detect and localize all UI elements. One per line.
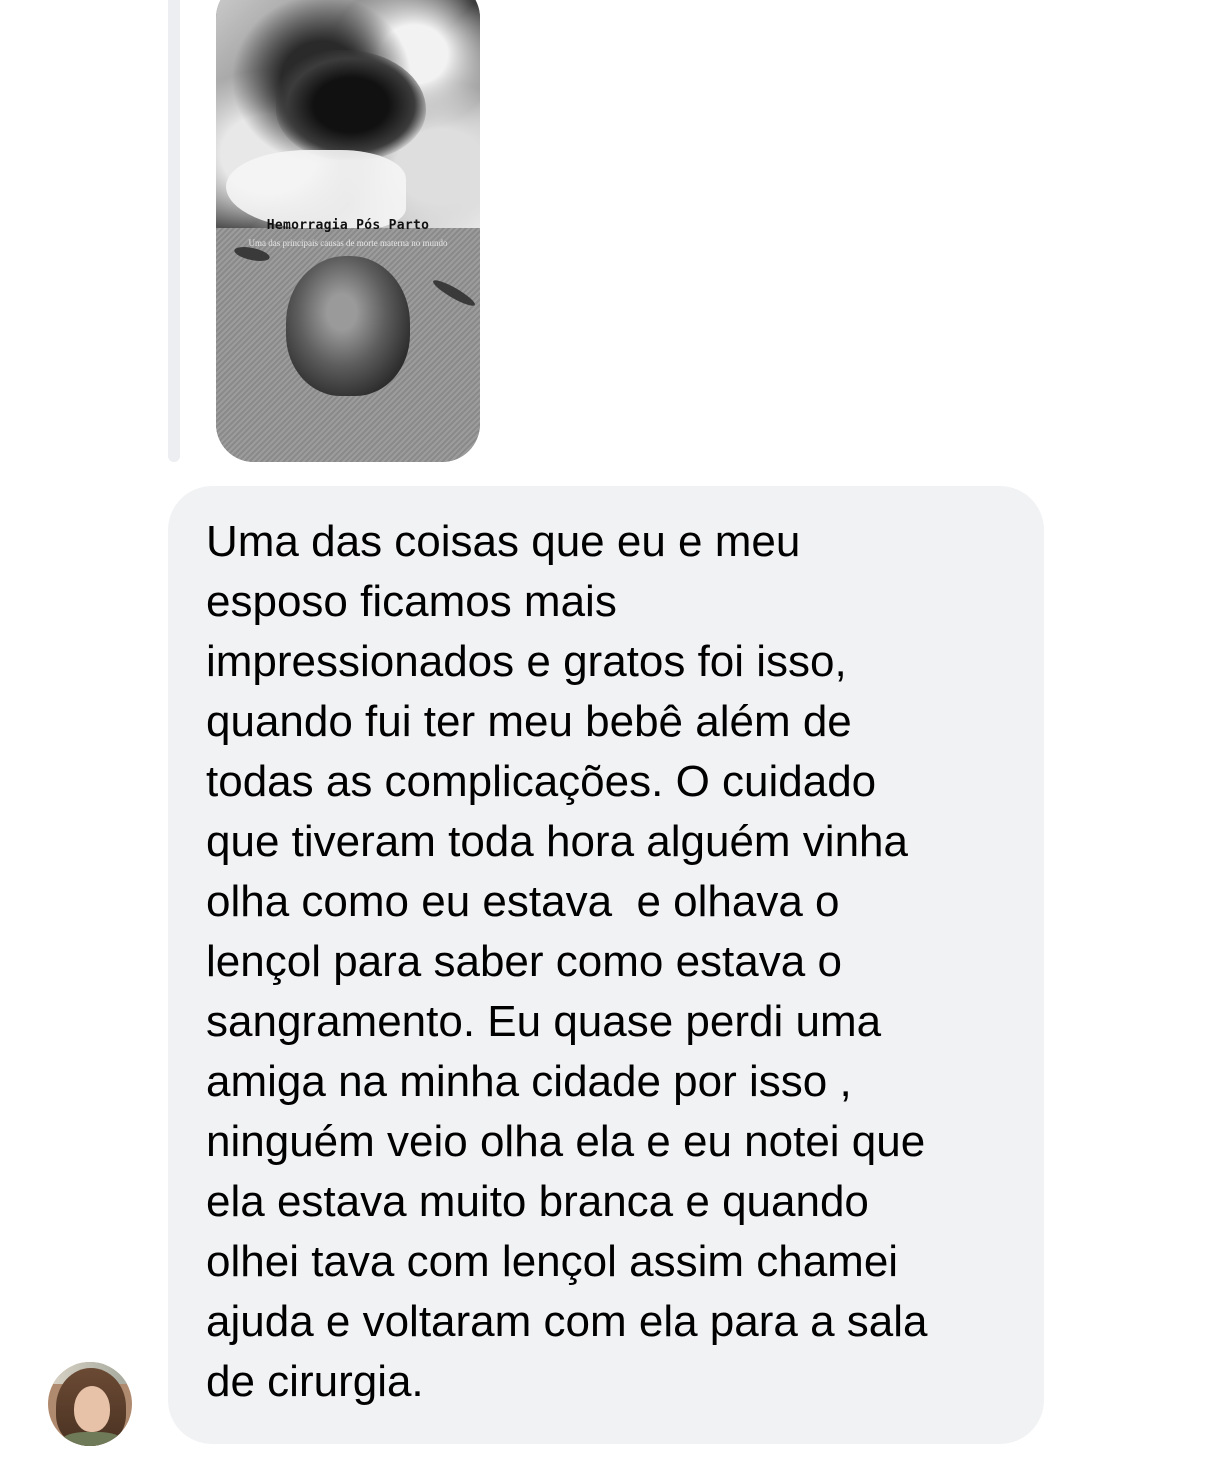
- story-reply-thumbnail[interactable]: Hemorragia Pós Parto Uma das principais …: [216, 0, 480, 462]
- message-line: ajuda e voltaram com ela para a sala: [206, 1297, 928, 1346]
- story-photo-bottom: [216, 228, 480, 462]
- story-photo-subject: [286, 256, 410, 396]
- avatar-face: [74, 1386, 110, 1432]
- message-line: amiga na minha cidade por isso ,: [206, 1057, 852, 1106]
- message-bubble[interactable]: Uma das coisas que eu e meu esposo ficam…: [168, 486, 1044, 1444]
- message-line: esposo ficamos mais: [206, 577, 617, 626]
- story-photo-stain: [276, 50, 426, 160]
- message-line: sangramento. Eu quase perdi uma: [206, 997, 882, 1046]
- story-photo-detail: [430, 276, 478, 310]
- message-line: que tiveram toda hora alguém vinha: [206, 817, 908, 866]
- reply-quote-bar: [168, 0, 180, 462]
- message-line: olhei tava com lençol assim chamei: [206, 1237, 899, 1286]
- story-photo-top: [216, 0, 480, 230]
- message-line: ninguém veio olha ela e eu notei que: [206, 1117, 926, 1166]
- message-line: Uma das coisas que eu e meu: [206, 517, 801, 566]
- message-text: Uma das coisas que eu e meu esposo ficam…: [206, 512, 1014, 1412]
- sender-avatar[interactable]: [48, 1362, 132, 1446]
- avatar-shirt: [62, 1432, 122, 1446]
- story-title: Hemorragia Pós Parto: [266, 218, 430, 233]
- message-line: todas as complicações. O cuidado: [206, 757, 877, 806]
- message-line: olha como eu estava e olhava o: [206, 877, 840, 926]
- message-line: ela estava muito branca e quando: [206, 1177, 869, 1226]
- story-subtitle: Uma das principais causas de morte mater…: [248, 238, 448, 248]
- message-line: de cirurgia.: [206, 1357, 424, 1406]
- message-line: impressionados e gratos foi isso,: [206, 637, 847, 686]
- message-line: quando fui ter meu bebê além de: [206, 697, 852, 746]
- message-line: lençol para saber como estava o: [206, 937, 842, 986]
